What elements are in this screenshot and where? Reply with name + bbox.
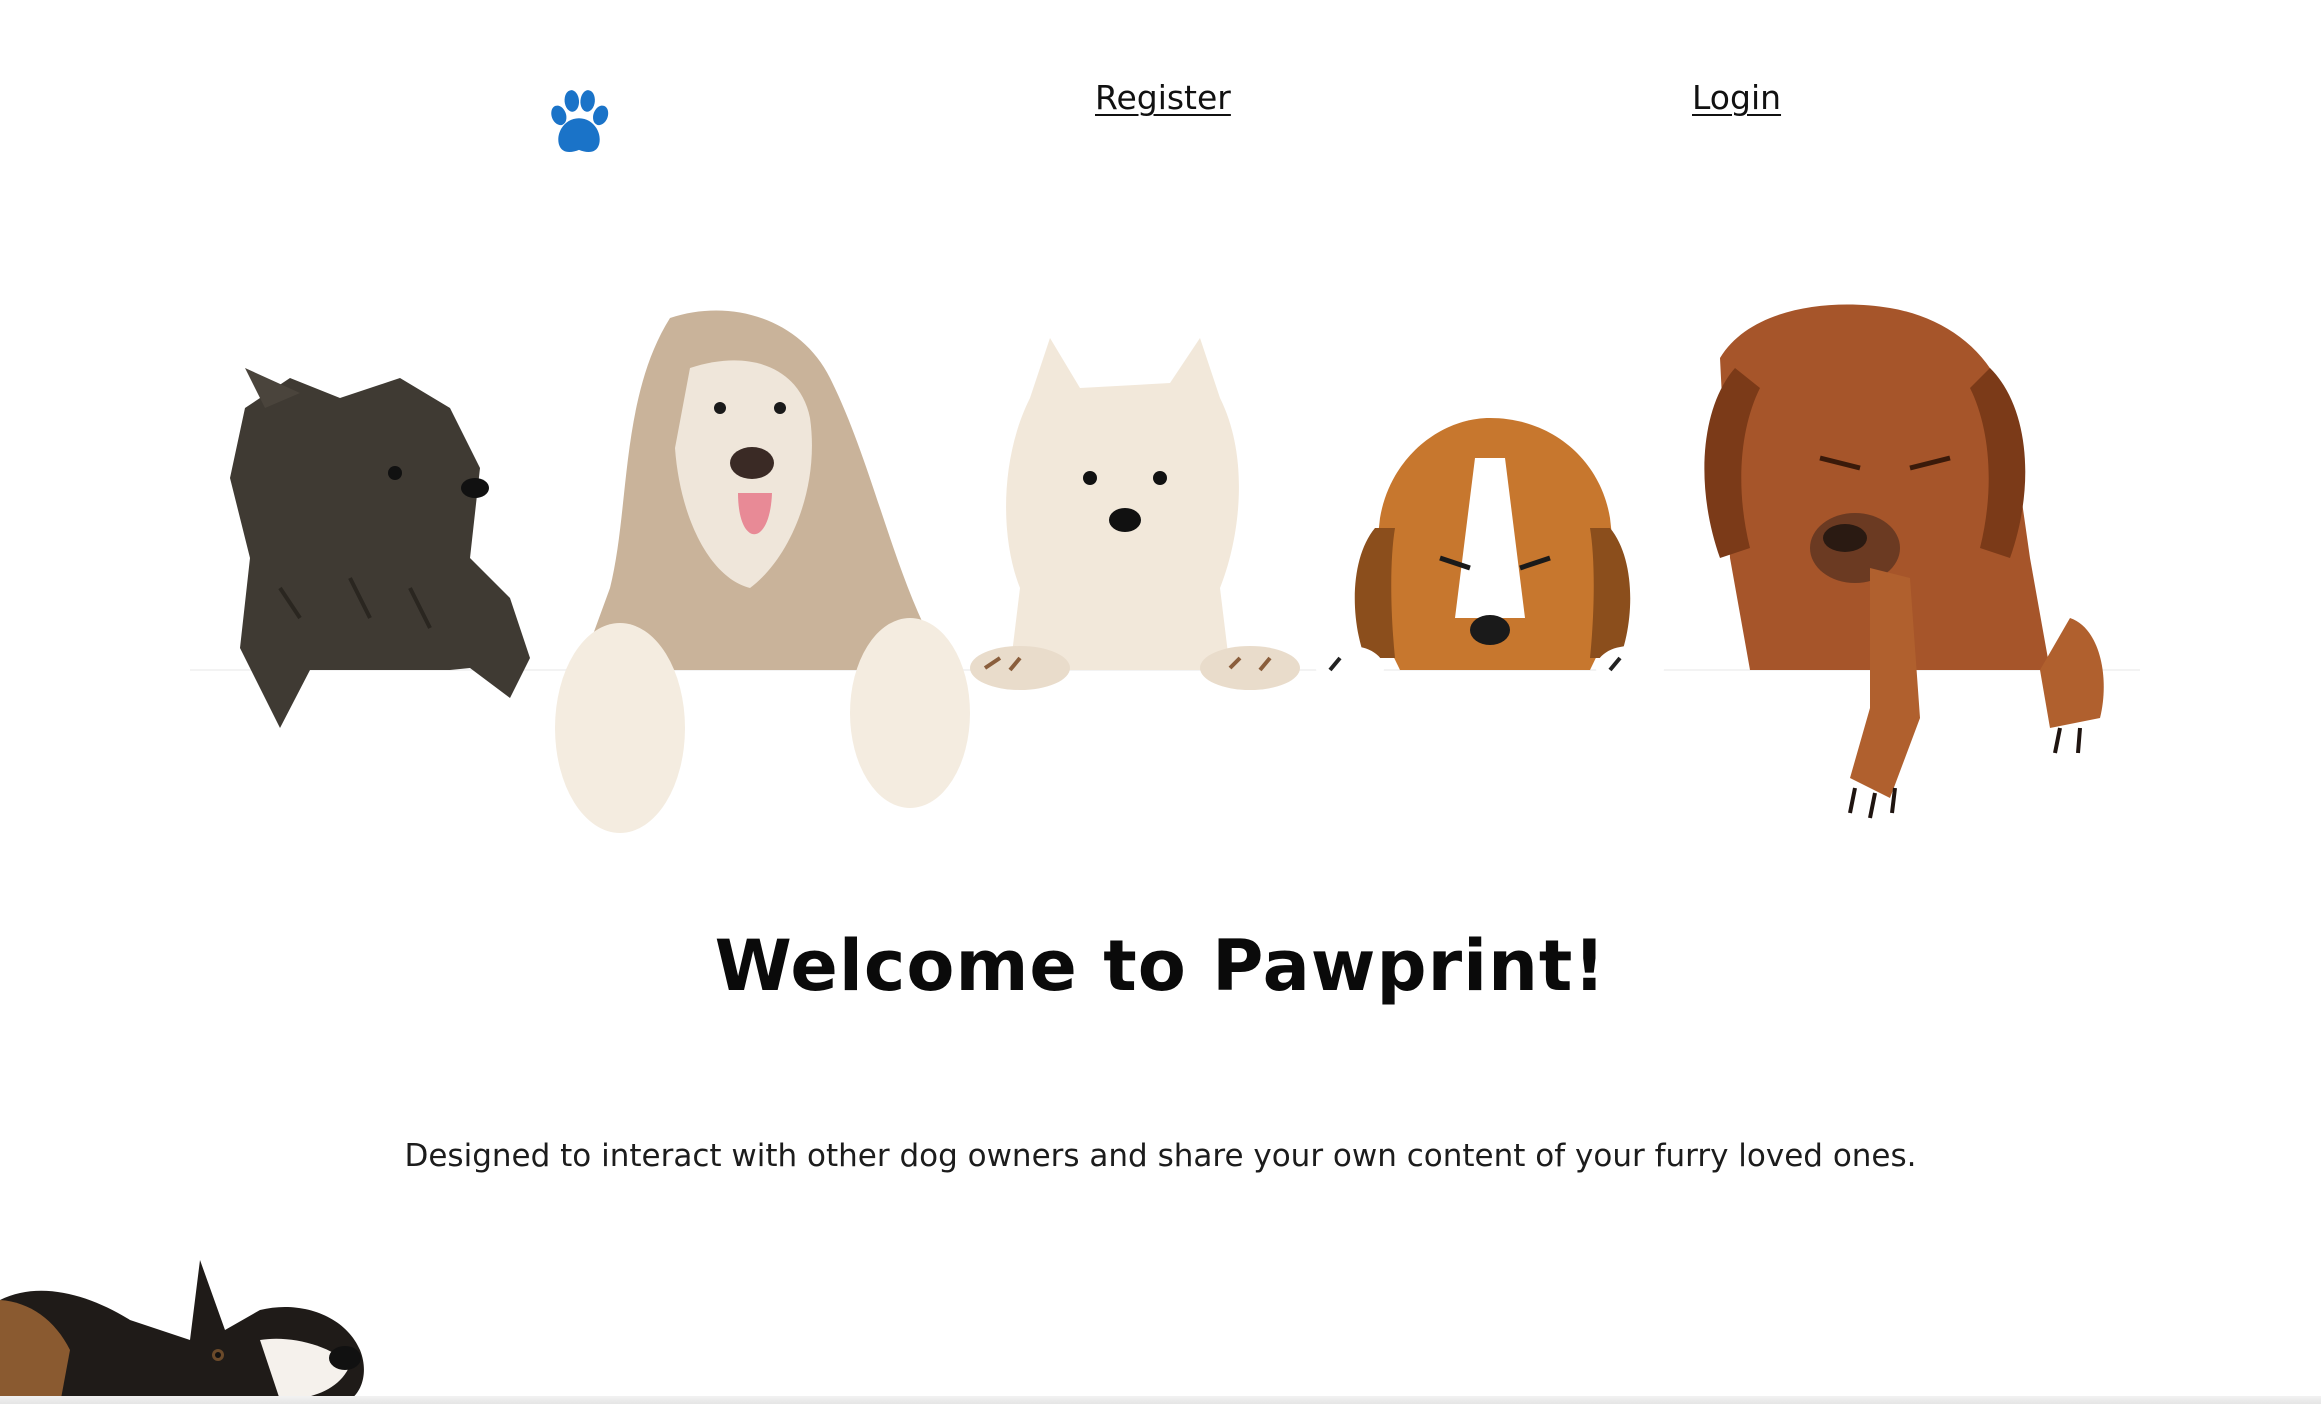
dog-westie	[970, 338, 1300, 690]
landing-page: Register Login Welcome to Pawprint! Desi…	[0, 0, 2321, 1404]
dog-bearded-collie	[555, 310, 970, 833]
paw-print-icon[interactable]	[543, 88, 615, 160]
page-bottom-edge	[0, 1396, 2321, 1404]
register-link[interactable]: Register	[1095, 78, 1231, 117]
hero-dogs-image	[190, 304, 2140, 833]
corner-dog-image	[0, 1260, 364, 1404]
page-description: Designed to interact with other dog owne…	[404, 1138, 1917, 1174]
dog-terrier	[230, 368, 530, 728]
page-title: Welcome to Pawprint!	[714, 925, 1607, 1007]
dog-beagle	[1316, 418, 1664, 690]
login-link[interactable]: Login	[1692, 78, 1781, 117]
dog-ridgeback	[1704, 304, 2104, 819]
